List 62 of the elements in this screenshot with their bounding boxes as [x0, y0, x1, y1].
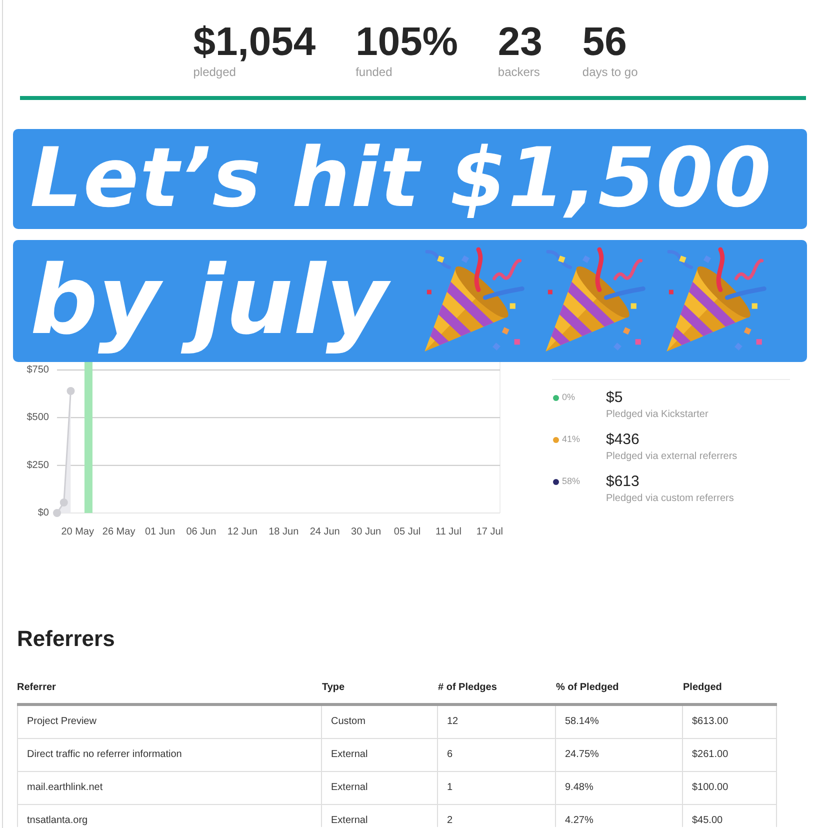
pledge-source: Pledged via Kickstarter [606, 409, 708, 421]
stat-value: 56 [582, 22, 628, 62]
table-cell: External [322, 805, 438, 827]
table-cell: $45.00 [683, 805, 777, 827]
table-cell: Project Preview [17, 706, 322, 739]
axis-label: 06 Jun [186, 526, 216, 538]
share-percent: 41% [562, 433, 580, 446]
axis-label: 05 Jul [394, 526, 421, 538]
table-cell: 6 [438, 739, 556, 772]
section-heading: Referrers [17, 626, 115, 652]
pledge-source: Pledged via custom referrers [606, 493, 734, 505]
table-cell: $613.00 [683, 706, 777, 739]
stat-label: days to go [582, 65, 638, 79]
table-cell: Direct traffic no referrer information [17, 739, 322, 772]
data-point [60, 498, 68, 507]
table-cell: tnsatlanta.org [17, 805, 322, 827]
stat-label: backers [498, 65, 541, 79]
table-cell: 9.48% [556, 772, 683, 805]
pledge-amount: $613 [606, 473, 640, 491]
banner-headline: Let’s hit $1,500 [30, 130, 772, 228]
axis-label: $0 [38, 508, 49, 518]
table-cell: $100.00 [683, 772, 777, 805]
share-percent: 0% [562, 391, 576, 404]
data-point [53, 509, 61, 517]
stat-label: funded [356, 65, 394, 79]
stat-label: pledged [193, 65, 237, 79]
column-header: % of Pledged [556, 682, 619, 694]
axis-label: 26 May [102, 526, 136, 538]
table-cell: 1 [438, 772, 556, 805]
table-cell: $261.00 [683, 739, 777, 772]
table-cell: External [322, 739, 438, 772]
pledge-amount: $436 [606, 431, 640, 449]
table-cell: mail.earthlink.net [17, 772, 322, 805]
pledge-amount: $5 [606, 389, 624, 407]
column-header: Type [322, 682, 345, 694]
axis-label: 11 Jul [436, 526, 462, 538]
data-point [66, 387, 75, 395]
pledge-source: Pledged via external referrers [606, 451, 738, 463]
table-cell: External [322, 772, 438, 805]
stat-value: 105% [356, 22, 458, 62]
axis-label: $750 [26, 364, 49, 376]
share-percent: 58% [562, 475, 580, 488]
axis-label: 17 Jul [476, 526, 504, 538]
table-cell: 4.27% [556, 805, 683, 827]
table-cell: Custom [322, 706, 438, 739]
axis-label: $250 [26, 460, 49, 471]
table-cell: 12 [438, 706, 556, 739]
axis-label: 12 Jun [227, 526, 258, 538]
axis-label: 30 Jun [351, 526, 382, 538]
column-header: Referrer [17, 682, 56, 694]
axis-label: 24 Jun [310, 526, 340, 538]
column-header: # of Pledges [438, 682, 497, 694]
stat-value: $1,054 [193, 22, 316, 62]
axis-label: 20 May [61, 526, 94, 538]
table-cell: 24.75% [556, 739, 683, 772]
stat-value: 23 [498, 22, 542, 62]
axis-label: $500 [26, 412, 49, 424]
axis-label: 18 Jun [268, 526, 299, 538]
table-cell: 58.14% [556, 706, 683, 739]
column-header: Pledged [683, 682, 722, 694]
table-cell: 2 [438, 805, 556, 827]
axis-label: 01 Jun [145, 526, 176, 538]
